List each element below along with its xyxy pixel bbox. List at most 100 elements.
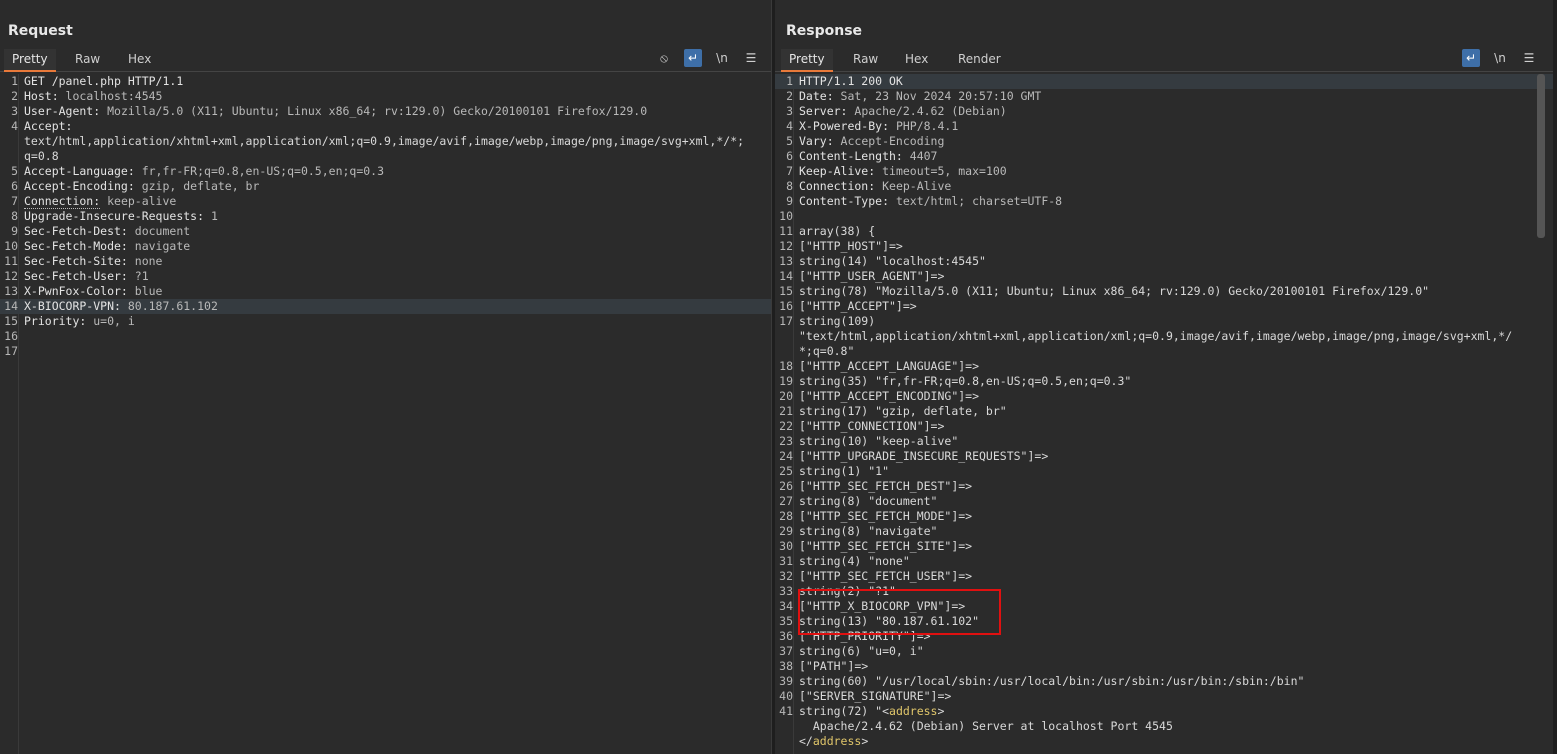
code-line: 16 [0, 329, 771, 344]
body-text: string(109) [799, 314, 876, 328]
response-title: Response [786, 23, 863, 39]
line-number: 8 [786, 179, 793, 193]
body-text: ["HTTP_ACCEPT"]=> [799, 299, 917, 313]
header-name: X-PwnFox-Color: [24, 284, 128, 298]
code-line: 39 string(60) "/usr/local/sbin:/usr/local… [775, 674, 1557, 689]
code-line: 26 ["HTTP_SEC_FETCH_DEST"]=> [775, 479, 1557, 494]
body-text: string(78) "Mozilla/5.0 (X11; Ubuntu; Li… [799, 284, 1430, 298]
header-value: 80.187.61.102 [120, 299, 218, 313]
line-number: 10 [779, 209, 793, 223]
header-value: Keep-Alive [875, 179, 952, 193]
header-value: text/html; charset=UTF-8 [889, 194, 1063, 208]
header-value: none [127, 254, 163, 268]
line-number: 15 [4, 314, 18, 328]
hide-nonprintable-icon[interactable]: ⦸ [655, 49, 673, 67]
line-number: 3 [786, 104, 793, 118]
code-line: 1 GET /panel.php HTTP/1.1 [0, 74, 771, 89]
line-number: 4 [786, 119, 793, 133]
line-number: 2 [11, 89, 18, 103]
request-editor[interactable]: 1 GET /panel.php HTTP/1.1 2 Host: localhost… [0, 74, 771, 754]
tab-raw[interactable]: Raw [67, 49, 108, 70]
wrap-lines-icon[interactable]: ↵ [684, 49, 702, 67]
line-number: 12 [4, 269, 18, 283]
header-name: Sec-Fetch-Site: [24, 254, 128, 268]
line-number: 23 [779, 434, 793, 448]
body-text: string(17) "gzip, deflate, br" [799, 404, 1007, 418]
code-line: 4 Accept: [0, 119, 771, 134]
line-number: 14 [4, 299, 18, 313]
code-line: 5 Accept-Language: fr,fr-FR;q=0.8,en-US;q… [0, 164, 771, 179]
line-number: 15 [779, 284, 793, 298]
header-name: Upgrade-Insecure-Requests: [24, 209, 205, 223]
code-line: 17 [0, 344, 771, 359]
line-number: 32 [779, 569, 793, 583]
wrap-lines-icon[interactable]: ↵ [1462, 49, 1480, 67]
line-number: 22 [779, 419, 793, 433]
code-line: 10 Sec-Fetch-Mode: navigate [0, 239, 771, 254]
header-value: Mozilla/5.0 (X11; Ubuntu; Linux x86_64; … [100, 104, 648, 118]
tab-pretty[interactable]: Pretty [4, 49, 56, 72]
line-number: 26 [779, 479, 793, 493]
code-line: 6 Content-Length: 4407 [775, 149, 1557, 164]
code-line: 32 ["HTTP_SEC_FETCH_USER"]=> [775, 569, 1557, 584]
code-line: 41 string(72) "<address> [775, 704, 1557, 719]
line-number: 35 [779, 614, 793, 628]
body-text: ["HTTP_UPGRADE_INSECURE_REQUESTS"]=> [799, 449, 1049, 463]
line-number: 7 [11, 194, 18, 208]
header-name: Priority: [24, 314, 87, 328]
line-number: 12 [779, 239, 793, 253]
response-editor[interactable]: 1 HTTP/1.1 200 OK 2 Date: Sat, 23 Nov 2024 … [775, 74, 1557, 754]
line-number: 18 [779, 359, 793, 373]
header-value: 1 [204, 209, 218, 223]
code-line: 7 Keep-Alive: timeout=5, max=100 [775, 164, 1557, 179]
code-line: 3 User-Agent: Mozilla/5.0 (X11; Ubuntu; L… [0, 104, 771, 119]
newline-icon[interactable]: \n [713, 49, 731, 67]
tab-pretty[interactable]: Pretty [781, 49, 833, 72]
body-text: ["HTTP_CONNECTION"]=> [799, 419, 945, 433]
line-number: 40 [779, 689, 793, 703]
line-number: 6 [786, 149, 793, 163]
line-number: 21 [779, 404, 793, 418]
line-number: 41 [779, 704, 793, 718]
header-value: Accept-Encoding [833, 134, 945, 148]
line-number: 17 [4, 344, 18, 358]
header-name: X-BIOCORP-VPN: [24, 299, 121, 313]
tab-render[interactable]: Render [950, 49, 1009, 70]
body-text: </address> [799, 734, 869, 748]
line-number: 2 [786, 89, 793, 103]
code-line: 10 [775, 209, 1557, 224]
tab-hex[interactable]: Hex [120, 49, 159, 70]
line-number: 28 [779, 509, 793, 523]
header-name: Server: [799, 104, 848, 118]
line-number: 7 [786, 164, 793, 178]
header-value: timeout=5, max=100 [875, 164, 1007, 178]
menu-icon[interactable]: ☰ [742, 49, 760, 67]
tab-raw[interactable]: Raw [845, 49, 886, 70]
line-number: 24 [779, 449, 793, 463]
code-line: 14 ["HTTP_USER_AGENT"]=> [775, 269, 1557, 284]
highlight-annotation-box [798, 589, 1001, 635]
code-line: Apache/2.4.62 (Debian) Server at localho… [775, 719, 1557, 734]
header-name: Accept: [24, 119, 73, 133]
body-text: array(38) { [799, 224, 876, 238]
newline-icon[interactable]: \n [1491, 49, 1509, 67]
header-value: navigate [127, 239, 191, 253]
header-name: X-Powered-By: [799, 119, 890, 133]
line-number: 29 [779, 524, 793, 538]
code-line: </address> [775, 734, 1557, 749]
code-line: text/html,application/xhtml+xml,applicat… [0, 134, 771, 149]
header-name: Vary: [799, 134, 834, 148]
code-line: 14 X-BIOCORP-VPN: 80.187.61.102 [0, 299, 771, 314]
body-text: ["HTTP_ACCEPT_ENCODING"]=> [799, 389, 980, 403]
line-number: 37 [779, 644, 793, 658]
response-scrollbar[interactable] [1537, 74, 1545, 238]
tab-hex[interactable]: Hex [897, 49, 936, 70]
code-line: 11 Sec-Fetch-Site: none [0, 254, 771, 269]
code-line: 9 Sec-Fetch-Dest: document [0, 224, 771, 239]
header-value: blue [127, 284, 163, 298]
window-edge [1553, 0, 1557, 754]
header-name: Sec-Fetch-Dest: [24, 224, 128, 238]
body-text: ["HTTP_SEC_FETCH_DEST"]=> [799, 479, 973, 493]
request-panel: Request Pretty Raw Hex ⦸ ↵ \n ☰ 1 GET /pa… [0, 0, 771, 754]
menu-icon[interactable]: ☰ [1520, 49, 1538, 67]
